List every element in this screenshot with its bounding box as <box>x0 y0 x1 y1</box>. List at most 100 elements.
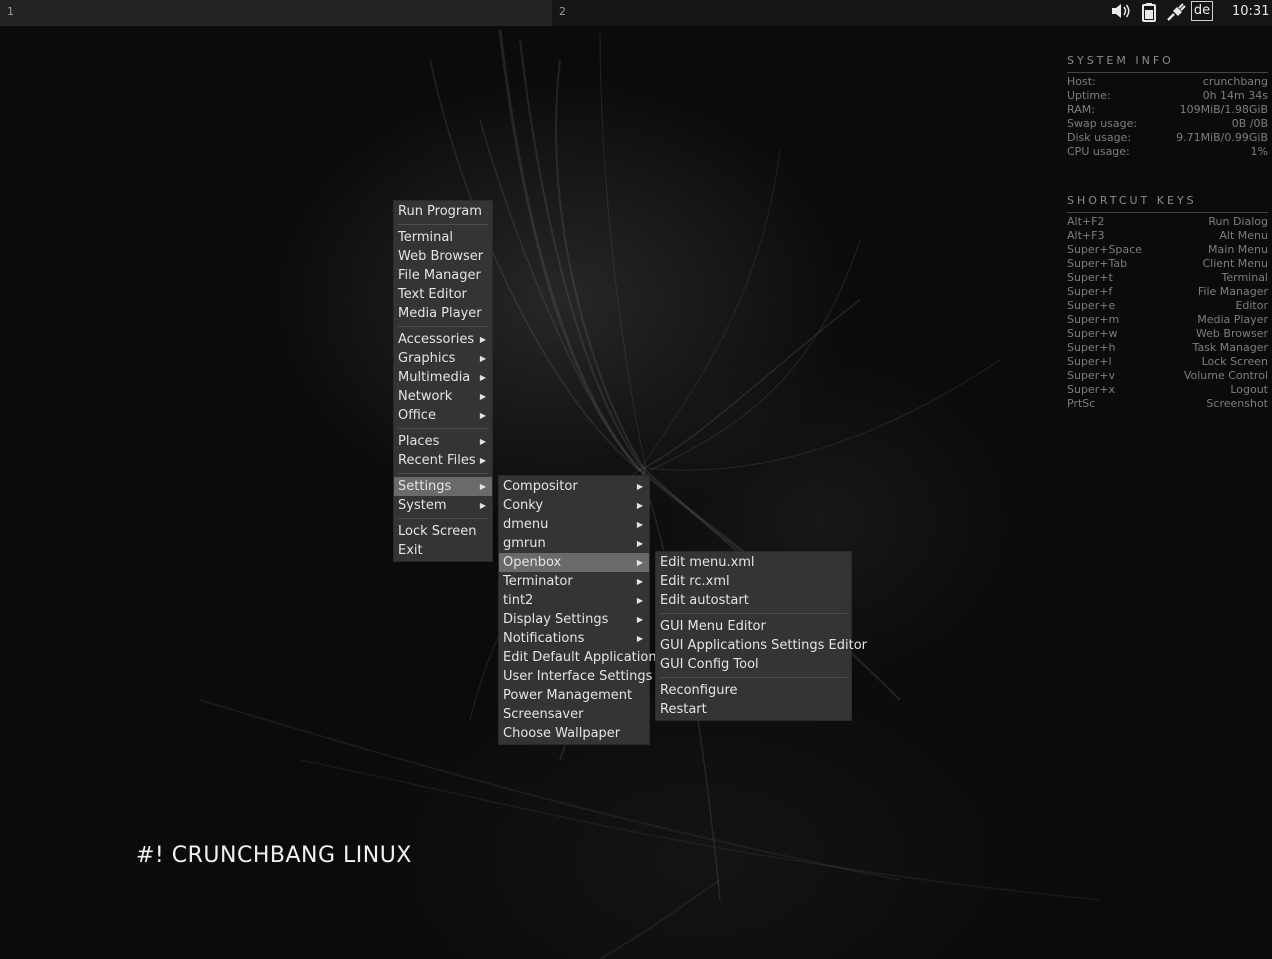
desktop[interactable]: 1 2 de 10:31 SYSTEM INFO Host: crunchban… <box>0 0 1272 959</box>
workspace-1-button[interactable]: 1 <box>0 0 552 26</box>
menu-item-accessories[interactable]: Accessories ▶ <box>394 330 492 349</box>
menu-item-text-editor[interactable]: Text Editor <box>394 285 492 304</box>
menu-item-multimedia[interactable]: Multimedia ▶ <box>394 368 492 387</box>
menu-item-dmenu[interactable]: dmenu ▶ <box>499 515 649 534</box>
menu-item-conky[interactable]: Conky ▶ <box>499 496 649 515</box>
submenu-arrow-icon: ▶ <box>636 501 643 510</box>
conky-shortcut-keys: SHORTCUT KEYS Alt+F2 Run Dialog Alt+F3 Alt … <box>1067 194 1268 411</box>
menu-item-network[interactable]: Network ▶ <box>394 387 492 406</box>
submenu-arrow-icon: ▶ <box>479 501 486 510</box>
system-info-value: 109MiB/1.98GiB <box>1179 103 1268 116</box>
keyboard-layout-indicator[interactable]: de <box>1191 1 1213 21</box>
menu-item-gui-applications-settings-editor[interactable]: GUI Applications Settings Editor <box>656 636 867 655</box>
menu-item-label: Multimedia <box>398 370 471 385</box>
menu-item-choose-wallpaper[interactable]: Choose Wallpaper <box>499 724 649 743</box>
menu-item-display-settings[interactable]: Display Settings ▶ <box>499 610 649 629</box>
menu-item-edit-rc-xml[interactable]: Edit rc.xml <box>656 572 851 591</box>
shortcut-keys-value: Media Player <box>1197 313 1268 326</box>
menu-item-gui-menu-editor[interactable]: GUI Menu Editor <box>656 617 851 636</box>
menu-item-exit[interactable]: Exit <box>394 541 492 560</box>
clock[interactable]: 10:31 <box>1232 0 1269 24</box>
shortcut-keys-row: Super+l Lock Screen <box>1067 355 1268 369</box>
workspace-2-button[interactable]: 2 <box>552 0 852 26</box>
menu-item-label: Media Player <box>398 306 482 321</box>
menu-item-terminal[interactable]: Terminal <box>394 228 492 247</box>
menu-item-recent-files[interactable]: Recent Files ▶ <box>394 451 492 470</box>
menu-item-edit-default-applications[interactable]: Edit Default Applications <box>499 648 663 667</box>
openbox-submenu: Edit menu.xml Edit rc.xml Edit autostart GU… <box>655 551 867 721</box>
menu-item-system[interactable]: System ▶ <box>394 496 492 515</box>
menu-item-user-interface-settings[interactable]: User Interface Settings <box>499 667 652 686</box>
menu-item-label: Conky <box>503 498 544 513</box>
shortcut-keys-label: Super+f <box>1067 285 1113 298</box>
menu-item-label: Edit Default Applications <box>503 650 664 665</box>
shortcut-keys-row: Super+Space Main Menu <box>1067 243 1268 257</box>
menu-separator <box>656 610 851 617</box>
menu-item-restart[interactable]: Restart <box>656 700 851 719</box>
menu-item-settings[interactable]: Settings ▶ <box>394 477 492 496</box>
menu-item-tint2[interactable]: tint2 ▶ <box>499 591 649 610</box>
shortcut-keys-row: Super+v Volume Control <box>1067 369 1268 383</box>
system-info-value: 0B /0B <box>1231 117 1268 130</box>
menu-item-edit-autostart[interactable]: Edit autostart <box>656 591 851 610</box>
menu-item-power-management[interactable]: Power Management <box>499 686 649 705</box>
shortcut-keys-value: Screenshot <box>1206 397 1268 410</box>
settings-submenu: Compositor ▶ Conky ▶ dmenu ▶ gmrun ▶ Openbox ▶ Ter… <box>498 475 663 745</box>
menu-item-reconfigure[interactable]: Reconfigure <box>656 681 851 700</box>
submenu-arrow-icon: ▶ <box>479 482 486 491</box>
menu-item-screensaver[interactable]: Screensaver <box>499 705 649 724</box>
submenu-arrow-icon: ▶ <box>479 411 486 420</box>
conky-system-info: SYSTEM INFO Host: crunchbang Uptime: 0h 14m… <box>1067 54 1268 159</box>
menu-item-compositor[interactable]: Compositor ▶ <box>499 477 649 496</box>
menu-item-file-manager[interactable]: File Manager <box>394 266 492 285</box>
menu-item-gui-config-tool[interactable]: GUI Config Tool <box>656 655 851 674</box>
menu-separator <box>656 674 851 681</box>
shortcut-keys-row: Super+x Logout <box>1067 383 1268 397</box>
menu-item-label: Notifications <box>503 631 585 646</box>
menu-item-label: Text Editor <box>398 287 467 302</box>
system-info-row: RAM: 109MiB/1.98GiB <box>1067 103 1268 117</box>
submenu-arrow-icon: ▶ <box>636 634 643 643</box>
shortcut-keys-value: Volume Control <box>1183 369 1268 382</box>
menu-item-label: Recent Files <box>398 453 476 468</box>
shortcut-keys-label: Super+l <box>1067 355 1112 368</box>
menu-separator <box>394 515 492 522</box>
shortcut-keys-row: Super+h Task Manager <box>1067 341 1268 355</box>
menu-item-graphics[interactable]: Graphics ▶ <box>394 349 492 368</box>
shortcut-keys-row: Alt+F2 Run Dialog <box>1067 215 1268 229</box>
shortcut-keys-label: Super+x <box>1067 383 1115 396</box>
menu-item-label: Network <box>398 389 453 404</box>
menu-item-label: Accessories <box>398 332 475 347</box>
menu-item-terminator[interactable]: Terminator ▶ <box>499 572 649 591</box>
menu-item-places[interactable]: Places ▶ <box>394 432 492 451</box>
submenu-arrow-icon: ▶ <box>636 539 643 548</box>
menu-item-notifications[interactable]: Notifications ▶ <box>499 629 649 648</box>
menu-item-run-program[interactable]: Run Program <box>394 202 492 221</box>
menu-separator <box>394 323 492 330</box>
menu-item-office[interactable]: Office ▶ <box>394 406 492 425</box>
menu-item-label: Compositor <box>503 479 578 494</box>
shortcut-keys-row: Super+f File Manager <box>1067 285 1268 299</box>
shortcut-keys-value: Task Manager <box>1192 341 1268 354</box>
menu-item-openbox[interactable]: Openbox ▶ <box>499 553 649 572</box>
system-info-label: Swap usage: <box>1067 117 1138 130</box>
volume-icon[interactable] <box>1110 2 1132 22</box>
menu-item-gmrun[interactable]: gmrun ▶ <box>499 534 649 553</box>
shortcut-keys-value: Logout <box>1230 383 1268 396</box>
shortcut-keys-row: PrtSc Screenshot <box>1067 397 1268 411</box>
menu-item-edit-menu-xml[interactable]: Edit menu.xml <box>656 553 851 572</box>
menu-item-lock-screen[interactable]: Lock Screen <box>394 522 492 541</box>
menu-separator <box>394 425 492 432</box>
crunchbang-logo-text: #! CRUNCHBANG LINUX <box>136 843 412 868</box>
shortcut-keys-value: Terminal <box>1221 271 1269 284</box>
menu-item-label: Choose Wallpaper <box>503 726 621 741</box>
menu-item-web-browser[interactable]: Web Browser <box>394 247 492 266</box>
power-plug-icon[interactable] <box>1165 2 1187 22</box>
shortcut-keys-label: Super+Tab <box>1067 257 1128 270</box>
battery-icon[interactable] <box>1140 2 1158 22</box>
shortcut-keys-label: PrtSc <box>1067 397 1096 410</box>
menu-item-label: Exit <box>398 543 423 558</box>
menu-item-media-player[interactable]: Media Player <box>394 304 492 323</box>
menu-item-label: Lock Screen <box>398 524 477 539</box>
conky-system-info-heading: SYSTEM INFO <box>1067 54 1268 73</box>
